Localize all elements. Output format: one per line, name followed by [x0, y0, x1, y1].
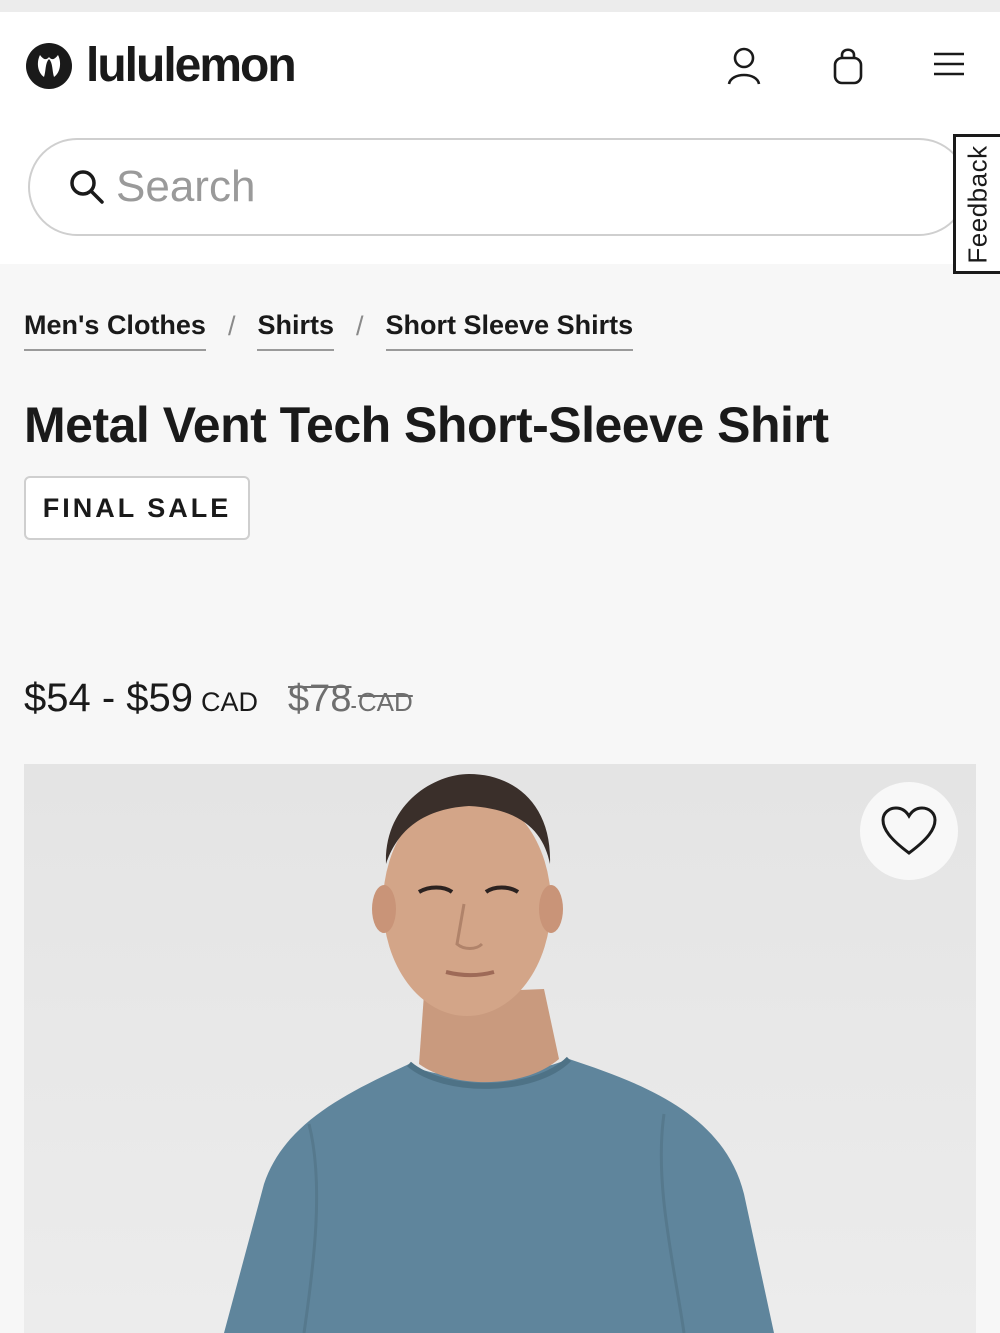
- breadcrumb-short-sleeve-shirts[interactable]: Short Sleeve Shirts: [385, 310, 634, 351]
- account-button[interactable]: [720, 42, 768, 90]
- final-sale-badge: FINAL SALE: [24, 476, 250, 540]
- brand-logo[interactable]: lululemon: [26, 39, 297, 92]
- breadcrumb-separator: /: [356, 311, 364, 341]
- price-row: $54 - $59 CAD $78 CAD: [24, 676, 413, 721]
- user-icon: [727, 47, 761, 85]
- original-price-block: $78 CAD: [288, 678, 413, 721]
- breadcrumb-shirts[interactable]: Shirts: [257, 310, 334, 351]
- breadcrumb-separator: /: [227, 311, 236, 341]
- lululemon-logo-icon: [26, 43, 72, 89]
- original-currency: CAD: [357, 687, 413, 717]
- shopping-bag-button[interactable]: [824, 42, 872, 90]
- search-input[interactable]: [116, 162, 916, 212]
- status-strip: [0, 0, 1000, 12]
- breadcrumb-mens-clothes[interactable]: Men's Clothes: [24, 310, 206, 351]
- search-icon: [70, 170, 104, 204]
- search-bar[interactable]: [28, 138, 968, 236]
- product-title: Metal Vent Tech Short-Sleeve Shirt: [24, 397, 829, 453]
- hamburger-menu-icon: [934, 52, 964, 76]
- brand-name: lululemon: [86, 39, 297, 92]
- site-header: lululemon: [0, 12, 1000, 264]
- sale-price: $54 - $59: [24, 676, 194, 720]
- feedback-tab[interactable]: Feedback: [953, 134, 1000, 274]
- feedback-label: Feedback: [962, 144, 993, 264]
- shopping-bag-icon: [833, 48, 863, 85]
- sale-currency: CAD: [201, 687, 259, 717]
- breadcrumb: Men's Clothes / Shirts / Short Sleeve Sh…: [24, 310, 634, 351]
- menu-button[interactable]: [925, 40, 973, 88]
- heart-icon: [881, 806, 937, 855]
- model-photo: [224, 774, 774, 1333]
- product-image[interactable]: [24, 764, 976, 1333]
- original-price: $78: [288, 678, 352, 720]
- favorite-button[interactable]: [860, 782, 958, 880]
